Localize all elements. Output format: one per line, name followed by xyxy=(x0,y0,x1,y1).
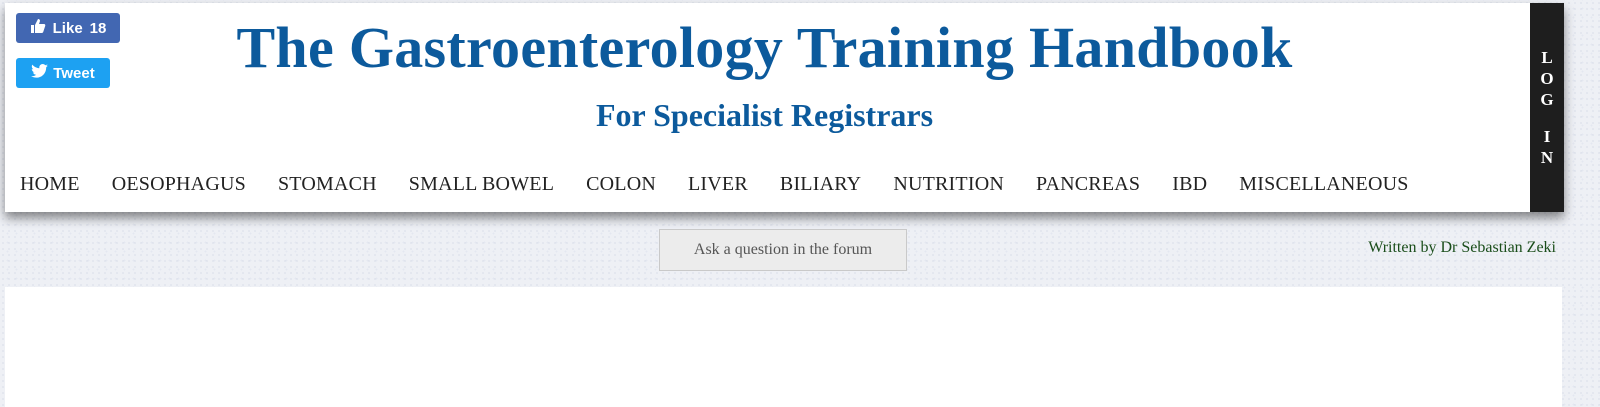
login-letter: L xyxy=(1541,48,1553,67)
login-letter: N xyxy=(1540,148,1554,167)
login-tab[interactable]: L O G I N xyxy=(1530,3,1564,212)
author-credit: Written by Dr Sebastian Zeki xyxy=(1368,239,1556,256)
login-letter: I xyxy=(1543,127,1551,146)
site-title[interactable]: The Gastroenterology Training Handbook xyxy=(5,13,1524,83)
main-content-area xyxy=(5,287,1562,407)
nav-item-stomach[interactable]: STOMACH xyxy=(278,173,377,196)
nav-item-small-bowel[interactable]: SMALL BOWEL xyxy=(409,173,554,196)
nav-item-colon[interactable]: COLON xyxy=(586,173,656,196)
nav-item-ibd[interactable]: IBD xyxy=(1172,173,1207,196)
site-header: Like 18 Tweet The Gastroenterology Train… xyxy=(5,3,1564,212)
nav-item-miscellaneous[interactable]: MISCELLANEOUS xyxy=(1239,173,1408,196)
login-letter: G xyxy=(1540,90,1554,109)
nav-item-liver[interactable]: LIVER xyxy=(688,173,748,196)
main-nav: HOME OESOPHAGUS STOMACH SMALL BOWEL COLO… xyxy=(20,173,1409,196)
nav-item-nutrition[interactable]: NUTRITION xyxy=(893,173,1004,196)
login-letter: O xyxy=(1540,69,1554,88)
ask-forum-button[interactable]: Ask a question in the forum xyxy=(659,229,907,271)
nav-item-biliary[interactable]: BILIARY xyxy=(780,173,861,196)
nav-item-home[interactable]: HOME xyxy=(20,173,80,196)
nav-item-pancreas[interactable]: PANCREAS xyxy=(1036,173,1140,196)
nav-item-oesophagus[interactable]: OESOPHAGUS xyxy=(112,173,246,196)
site-subtitle: For Specialist Registrars xyxy=(595,97,934,133)
